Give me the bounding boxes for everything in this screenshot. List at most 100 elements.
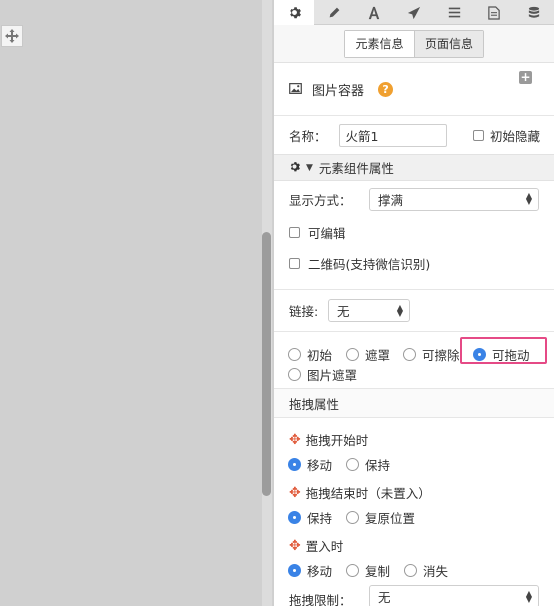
display-mode-select[interactable]: 撑满 ▲ ▼: [369, 187, 539, 211]
initial-hide-label: 初始隐藏: [489, 128, 540, 144]
mode-label: 初始: [307, 348, 333, 363]
editable-checkbox[interactable]: [289, 227, 300, 238]
qrcode-option[interactable]: 二维码(支持微信识别): [274, 248, 554, 279]
component-properties-title: 元素组件属性: [318, 161, 394, 176]
radio[interactable]: [346, 511, 359, 524]
tab-element-info[interactable]: 元素信息: [345, 30, 414, 57]
pencil-icon[interactable]: [314, 0, 354, 25]
document-icon[interactable]: [474, 0, 514, 25]
help-icon[interactable]: ?: [378, 81, 394, 97]
link-label: 链接:: [289, 304, 319, 319]
drag-limit-value: 无: [378, 590, 391, 605]
component-header: 图片容器 ? +: [274, 63, 554, 116]
drop-copy[interactable]: 复制: [346, 561, 390, 580]
gear-icon[interactable]: [274, 0, 314, 25]
option-label: 保持: [307, 511, 333, 526]
initial-hide-option[interactable]: 初始隐藏: [472, 126, 540, 145]
qrcode-checkbox[interactable]: [289, 258, 300, 269]
name-input[interactable]: 火箭1: [338, 123, 447, 147]
image-icon: [289, 82, 302, 97]
drop-title: ✥ 置入时: [289, 536, 343, 555]
move-arrows-icon: ✥: [289, 484, 301, 501]
mode-option-draggable[interactable]: 可拖动: [473, 345, 530, 364]
drag-properties: ✥ 拖拽开始时 移动 保持 ✥ 拖拽结束时（未置入） 保持 复原位置 ✥ 置入时: [274, 418, 554, 606]
move-handle-icon[interactable]: [1, 25, 23, 47]
tab-page-info[interactable]: 页面信息: [414, 30, 483, 57]
mode-label: 图片遮罩: [307, 368, 358, 383]
database-icon[interactable]: [514, 0, 554, 25]
drop-move[interactable]: 移动: [288, 561, 332, 580]
radio[interactable]: [346, 564, 359, 577]
radio-selected[interactable]: [288, 458, 301, 471]
display-mode-label: 显示方式：: [289, 192, 352, 208]
send-icon[interactable]: [394, 0, 434, 25]
option-label: 保持: [365, 458, 391, 473]
list-icon[interactable]: [434, 0, 474, 25]
info-tabs: 元素信息 页面信息: [274, 25, 554, 63]
move-arrows-icon: ✥: [289, 431, 301, 448]
canvas-area: [0, 0, 262, 606]
drag-start-keep[interactable]: 保持: [346, 455, 390, 474]
mode-radio-group: 初始 遮罩 可擦除 可拖动 图片遮罩: [274, 332, 554, 388]
editable-option[interactable]: 可编辑: [274, 217, 554, 248]
caret-down-icon: ▼: [306, 162, 313, 173]
link-value: 无: [337, 304, 350, 319]
drop-label: 置入时: [305, 539, 344, 554]
scrollbar-thumb[interactable]: [262, 232, 271, 496]
property-panel: 元素信息 页面信息 图片容器 ? + 名称： 火箭1 初始隐藏 ▼ 元素组件属性…: [273, 0, 554, 606]
initial-hide-checkbox[interactable]: [472, 129, 484, 141]
segmented-control: 元素信息 页面信息: [344, 29, 484, 58]
radio[interactable]: [404, 564, 417, 577]
radio-selected[interactable]: [288, 564, 301, 577]
mode-label: 遮罩: [365, 348, 391, 363]
display-mode-value: 撑满: [378, 192, 404, 208]
mode-option-image-mask[interactable]: 图片遮罩: [288, 365, 357, 384]
move-arrows-icon: ✥: [289, 537, 301, 554]
panel-toolbar: [274, 0, 554, 25]
drop-disappear[interactable]: 消失: [404, 561, 448, 580]
link-select[interactable]: 无 ▲ ▼: [328, 299, 410, 322]
drag-limit-label: 拖拽限制：: [289, 593, 352, 606]
text-icon[interactable]: [354, 0, 394, 25]
option-label: 移动: [307, 458, 333, 473]
radio[interactable]: [403, 348, 416, 361]
select-arrows-icon: ▲ ▼: [525, 588, 532, 604]
radio[interactable]: [346, 348, 359, 361]
canvas-scrollbar[interactable]: [262, 0, 272, 606]
radio[interactable]: [346, 458, 359, 471]
mode-label: 可擦除: [422, 348, 460, 363]
option-label: 移动: [307, 564, 333, 579]
display-mode-row: 显示方式： 撑满 ▲ ▼: [274, 181, 554, 217]
option-label: 复制: [365, 564, 391, 579]
drag-end-title: ✥ 拖拽结束时（未置入）: [289, 483, 431, 502]
name-label: 名称：: [289, 128, 327, 144]
component-properties-header[interactable]: ▼ 元素组件属性: [274, 154, 554, 181]
add-icon[interactable]: +: [519, 71, 532, 84]
option-label: 复原位置: [365, 511, 416, 526]
drag-end-keep[interactable]: 保持: [288, 508, 332, 527]
mode-option-mask[interactable]: 遮罩: [346, 345, 390, 364]
drag-properties-header: 拖拽属性: [274, 388, 554, 418]
qrcode-label: 二维码(支持微信识别): [308, 257, 431, 272]
component-title: 图片容器: [312, 83, 365, 99]
name-row: 名称： 火箭1 初始隐藏: [274, 116, 554, 154]
drag-start-move[interactable]: 移动: [288, 455, 332, 474]
radio-selected[interactable]: [288, 511, 301, 524]
mode-label: 可拖动: [492, 348, 530, 363]
drag-limit-select[interactable]: 无 ▲ ▼: [369, 585, 539, 606]
drag-start-label: 拖拽开始时: [305, 433, 369, 448]
drag-end-label: 拖拽结束时（未置入）: [305, 486, 431, 501]
select-arrows-icon: ▲ ▼: [396, 302, 403, 318]
drag-start-title: ✥ 拖拽开始时: [289, 430, 368, 449]
radio[interactable]: [288, 368, 301, 381]
drag-end-restore[interactable]: 复原位置: [346, 508, 415, 527]
radio[interactable]: [288, 348, 301, 361]
link-row: 链接: 无 ▲ ▼: [274, 290, 554, 331]
drag-properties-title: 拖拽属性: [289, 396, 340, 412]
radio-selected[interactable]: [473, 348, 486, 361]
option-label: 消失: [423, 564, 449, 579]
mode-option-erasable[interactable]: 可擦除: [403, 345, 460, 364]
editable-label: 可编辑: [308, 226, 346, 241]
gear-icon: [289, 160, 300, 175]
mode-option-initial[interactable]: 初始: [288, 345, 332, 364]
